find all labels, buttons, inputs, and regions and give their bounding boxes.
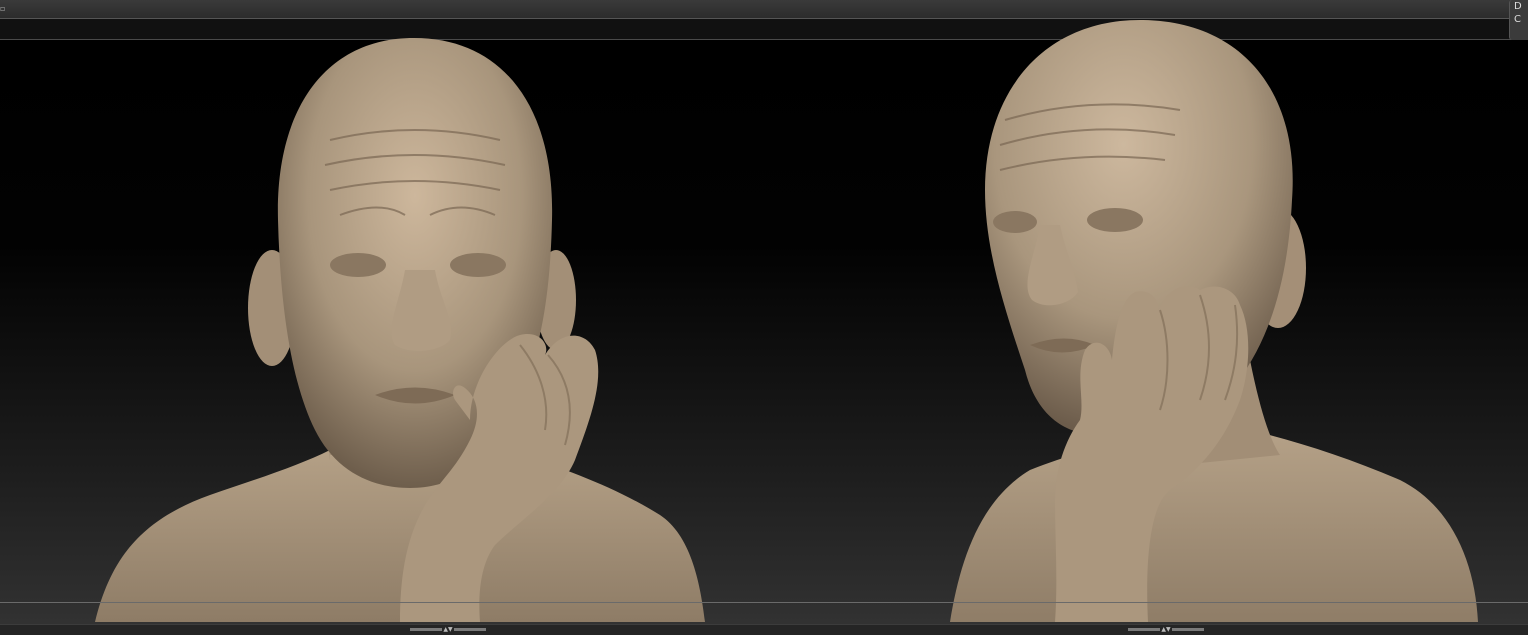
- viewport-bottom-divider: [0, 602, 1528, 603]
- bottom-tray-handle-left[interactable]: ▲▼: [410, 626, 486, 633]
- up-down-arrows-icon-2: ▲▼: [1161, 626, 1171, 633]
- bottom-tray: [0, 624, 1528, 635]
- sculpt-three-quarter-view: [950, 20, 1478, 622]
- handle-bar-right-2: [1172, 628, 1204, 631]
- up-down-arrows-icon: ▲▼: [443, 626, 453, 633]
- bottom-tray-handle-right[interactable]: ▲▼: [1128, 626, 1204, 633]
- handle-bar-left: [410, 628, 442, 631]
- handle-bar-right: [454, 628, 486, 631]
- handle-bar-left-2: [1128, 628, 1160, 631]
